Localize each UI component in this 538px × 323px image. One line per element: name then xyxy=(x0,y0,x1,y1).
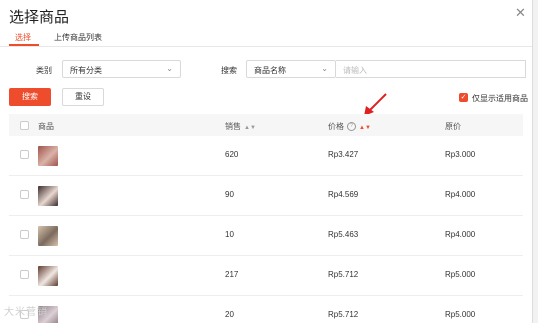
category-select[interactable]: 所有分类 ⌄ xyxy=(62,60,181,78)
category-label: 类别 xyxy=(36,66,52,75)
chevron-down-icon: ⌄ xyxy=(321,64,328,73)
dialog-title: 选择商品 xyxy=(9,9,70,26)
product-thumbnail xyxy=(38,146,58,166)
table-row[interactable]: 217 Rp5.712 Rp5.000 xyxy=(9,256,523,296)
column-price-label: 价格 xyxy=(328,122,344,131)
search-placeholder: 请输入 xyxy=(343,66,367,75)
original-price-cell: Rp4.000 xyxy=(445,230,476,239)
column-price[interactable]: 价格? ▲▼ xyxy=(328,121,371,132)
only-applicable-checkbox[interactable]: ✓ xyxy=(459,93,468,102)
price-cell: Rp4.569 xyxy=(328,190,359,199)
price-cell: Rp5.712 xyxy=(328,270,359,279)
table-row[interactable]: 20 Rp5.712 Rp5.000 xyxy=(9,296,523,323)
tab-select[interactable]: 选择 xyxy=(15,32,31,43)
product-table-header: 商品 销售 ▲▼ 价格? ▲▼ 原价 xyxy=(9,114,523,137)
reset-button[interactable]: 重设 xyxy=(62,88,104,106)
tabs-divider xyxy=(0,46,532,47)
table-row[interactable]: 90 Rp4.569 Rp4.000 xyxy=(9,176,523,216)
column-sales-label: 销售 xyxy=(225,122,241,131)
search-label: 搜索 xyxy=(221,66,237,75)
table-row[interactable]: 620 Rp3.427 Rp3.000 xyxy=(9,136,523,176)
column-product: 商品 xyxy=(38,122,54,131)
sales-cell: 217 xyxy=(225,270,239,279)
original-price-cell: Rp5.000 xyxy=(445,270,476,279)
row-checkbox[interactable] xyxy=(20,270,29,279)
product-thumbnail xyxy=(38,186,58,206)
close-icon[interactable]: ✕ xyxy=(515,5,526,21)
column-original-price: 原价 xyxy=(445,122,461,131)
search-field-value: 商品名称 xyxy=(254,66,286,75)
search-input[interactable]: 请输入 xyxy=(336,60,526,78)
sales-cell: 20 xyxy=(225,310,234,319)
product-thumbnail xyxy=(38,266,58,286)
tab-upload-list[interactable]: 上传商品列表 xyxy=(54,32,102,43)
original-price-cell: Rp5.000 xyxy=(445,310,476,319)
chevron-down-icon: ⌄ xyxy=(166,64,173,73)
price-cell: Rp5.712 xyxy=(328,310,359,319)
product-thumbnail xyxy=(38,226,58,246)
sales-cell: 90 xyxy=(225,190,234,199)
search-field-select[interactable]: 商品名称 ⌄ xyxy=(246,60,336,78)
table-row[interactable]: 10 Rp5.463 Rp4.000 xyxy=(9,216,523,256)
select-product-dialog: 选择商品 ✕ 选择 上传商品列表 类别 所有分类 ⌄ 搜索 商品名称 ⌄ 请输入… xyxy=(0,0,533,323)
search-button[interactable]: 搜索 xyxy=(9,88,51,106)
sort-icon: ▲▼ xyxy=(359,125,371,131)
category-select-value: 所有分类 xyxy=(70,66,102,75)
row-checkbox[interactable] xyxy=(20,230,29,239)
row-checkbox[interactable] xyxy=(20,150,29,159)
sort-icon: ▲▼ xyxy=(244,125,256,131)
select-all-checkbox[interactable] xyxy=(20,121,29,130)
sales-cell: 10 xyxy=(225,230,234,239)
help-icon[interactable]: ? xyxy=(347,122,356,132)
original-price-cell: Rp3.000 xyxy=(445,150,476,159)
watermark: 大米营销 xyxy=(4,307,48,318)
column-sales[interactable]: 销售 ▲▼ xyxy=(225,121,256,132)
row-checkbox[interactable] xyxy=(20,190,29,199)
only-applicable-label: 仅显示适用商品 xyxy=(472,94,528,103)
original-price-cell: Rp4.000 xyxy=(445,190,476,199)
sales-cell: 620 xyxy=(225,150,239,159)
price-cell: Rp5.463 xyxy=(328,230,359,239)
price-cell: Rp3.427 xyxy=(328,150,359,159)
